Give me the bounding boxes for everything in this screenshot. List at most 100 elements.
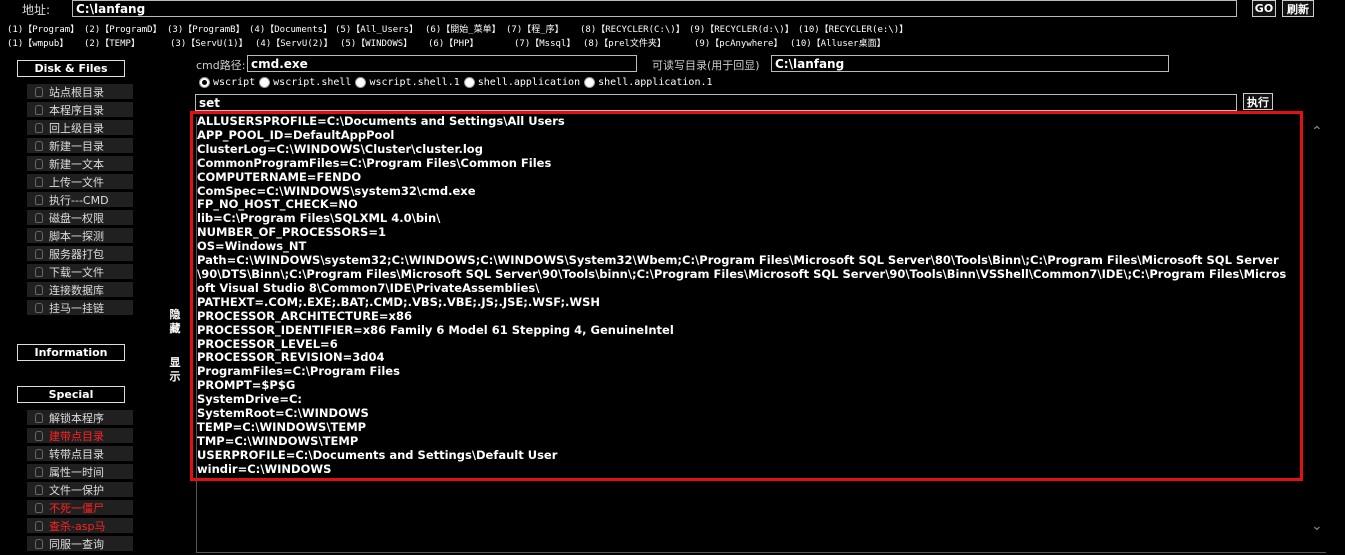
sidebar-menu-label: 站点根目录 <box>49 85 104 99</box>
quick-link[interactable]: (1)【Program】 <box>7 22 79 35</box>
execute-button[interactable]: 执行 <box>1243 93 1273 110</box>
sidebar-menu-label: 挂马一挂链 <box>49 301 104 315</box>
method-shell-application[interactable]: shell.application <box>463 77 580 88</box>
quick-link[interactable]: (2)【TEMP】 <box>84 36 140 49</box>
sidebar-menu-label: 查杀-asp马 <box>49 519 106 533</box>
sidebar-menu-label: 不死一僵尸 <box>49 501 104 515</box>
writable-dir-label: 可读写目录(用于回显) <box>652 59 760 72</box>
sidebar-menu-label: 连接数据库 <box>49 283 104 297</box>
special-menu: 解锁本程序建带点目录转带点目录属性一时间文件一保护不死一僵尸查杀-asp马同服一… <box>27 410 133 554</box>
sidebar-menu-label: 转带点目录 <box>49 447 104 461</box>
exec-method-options: wscript wscript.shell wscript.shell.1 sh… <box>199 77 717 88</box>
sidebar-menu-item[interactable]: 建带点目录 <box>27 428 133 443</box>
quick-link[interactable]: (4)【Documents】 <box>249 22 332 35</box>
radio-icon[interactable] <box>463 77 475 88</box>
mouse-icon <box>33 448 45 459</box>
sidebar-menu-item[interactable]: 磁盘一权限 <box>27 210 133 225</box>
sidebar-menu-item[interactable]: 不死一僵尸 <box>27 500 133 515</box>
command-input[interactable] <box>195 94 1237 111</box>
mouse-icon <box>33 412 45 423</box>
mouse-icon <box>33 212 45 223</box>
mouse-icon <box>33 430 45 441</box>
mouse-icon <box>33 122 45 133</box>
writable-dir-input[interactable] <box>771 55 1169 72</box>
sidebar-menu-label: 回上级目录 <box>49 121 104 135</box>
highlight-box <box>190 111 1303 481</box>
sidebar-menu-item[interactable]: 属性一时间 <box>27 464 133 479</box>
mouse-icon <box>33 230 45 241</box>
disk-files-header[interactable]: Disk & Files <box>17 60 125 77</box>
method-wscript-shell-1[interactable]: wscript.shell.1 <box>355 77 460 88</box>
go-button[interactable]: GO <box>1252 0 1276 17</box>
mouse-icon <box>33 158 45 169</box>
radio-icon[interactable] <box>355 77 367 88</box>
quick-link[interactable]: (10)【Alluser桌面】 <box>790 36 886 49</box>
address-input[interactable] <box>72 0 1237 17</box>
sidebar-menu-item[interactable]: 回上级目录 <box>27 120 133 135</box>
sidebar-menu-label: 服务器打包 <box>49 247 104 261</box>
special-header[interactable]: Special <box>17 386 125 403</box>
radio-icon[interactable] <box>259 77 271 88</box>
sidebar-menu-item[interactable]: 连接数据库 <box>27 282 133 297</box>
hide-sidebar-toggle[interactable]: 隐藏 <box>168 308 182 336</box>
mouse-icon <box>33 104 45 115</box>
refresh-button[interactable]: 刷新 <box>1282 0 1314 17</box>
radio-icon[interactable] <box>584 77 596 88</box>
quick-link[interactable]: (2)【ProgramD】 <box>84 22 162 35</box>
information-header[interactable]: Information <box>17 344 125 361</box>
sidebar-menu-item[interactable]: 转带点目录 <box>27 446 133 461</box>
quick-link[interactable]: (5)【WINDOWS】 <box>340 36 412 49</box>
quick-link[interactable]: (7)【Mssql】 <box>514 36 575 49</box>
quick-link[interactable]: (7)【程_序】 <box>506 22 564 35</box>
mouse-icon <box>33 520 45 531</box>
radio-icon[interactable] <box>199 77 210 88</box>
mouse-icon <box>33 502 45 513</box>
mouse-icon <box>33 140 45 151</box>
sidebar-menu-item[interactable]: 新建一文本 <box>27 156 133 171</box>
sidebar-menu-item[interactable]: 执行---CMD <box>27 192 133 207</box>
sidebar-menu-item[interactable]: 文件一保护 <box>27 482 133 497</box>
mouse-icon <box>33 538 45 549</box>
quick-link[interactable]: (5)【All_Users】 <box>335 22 418 35</box>
sidebar-menu-label: 属性一时间 <box>49 465 104 479</box>
sidebar-menu-item[interactable]: 查杀-asp马 <box>27 518 133 533</box>
sidebar-menu-label: 磁盘一权限 <box>49 211 104 225</box>
quick-link[interactable]: (8)【prel文件夹】 <box>583 36 666 49</box>
mouse-icon <box>33 248 45 259</box>
quick-link[interactable]: (6)【PHP】 <box>428 36 479 49</box>
sidebar-menu-item[interactable]: 站点根目录 <box>27 84 133 99</box>
chevron-down-icon[interactable]: ⌄ <box>1311 518 1323 534</box>
quick-link[interactable]: (9)【RECYCLER(d:\)】 <box>689 22 794 35</box>
sidebar-menu-label: 新建一文本 <box>49 157 104 171</box>
quick-link[interactable]: (10)【RECYCLER(e:\)】 <box>798 22 908 35</box>
cmd-path-label: cmd路径: <box>196 59 246 72</box>
sidebar-menu-item[interactable]: 挂马一挂链 <box>27 300 133 315</box>
quick-link[interactable]: (8)【RECYCLER(C:\)】 <box>580 22 685 35</box>
chevron-up-icon[interactable]: ⌃ <box>1311 124 1323 140</box>
sidebar-menu-item[interactable]: 新建一目录 <box>27 138 133 153</box>
sidebar-menu-item[interactable]: 解锁本程序 <box>27 410 133 425</box>
sidebar-menu-label: 解锁本程序 <box>49 411 104 425</box>
sidebar-menu-label: 执行---CMD <box>49 193 109 207</box>
quick-link[interactable]: (3)【ProgramB】 <box>167 22 245 35</box>
quick-link[interactable]: (6)【開始_菜单】 <box>425 22 501 35</box>
sidebar-menu-item[interactable]: 下载一文件 <box>27 264 133 279</box>
quick-link[interactable]: (3)【ServU(1)】 <box>170 36 248 49</box>
sidebar-menu-item[interactable]: 同服一查询 <box>27 536 133 551</box>
sidebar-menu-item[interactable]: 本程序目录 <box>27 102 133 117</box>
sidebar-menu-item[interactable]: 脚本一探测 <box>27 228 133 243</box>
method-wscript[interactable]: wscript <box>199 77 255 88</box>
sidebar-menu-label: 脚本一探测 <box>49 229 104 243</box>
method-shell-application-1[interactable]: shell.application.1 <box>584 77 713 88</box>
sidebar-menu-label: 下载一文件 <box>49 265 104 279</box>
address-label: 地址: <box>22 3 51 17</box>
sidebar-menu-item[interactable]: 上传一文件 <box>27 174 133 189</box>
method-wscript-shell[interactable]: wscript.shell <box>259 77 351 88</box>
cmd-path-input[interactable] <box>247 55 637 72</box>
sidebar-menu-label: 建带点目录 <box>49 429 104 443</box>
show-sidebar-toggle[interactable]: 显示 <box>168 356 182 384</box>
quick-link[interactable]: (9)【pcAnywhere】 <box>694 36 782 49</box>
quick-link[interactable]: (4)【ServU(2)】 <box>255 36 333 49</box>
sidebar-menu-item[interactable]: 服务器打包 <box>27 246 133 261</box>
quick-link[interactable]: (1)【wmpub】 <box>7 36 68 49</box>
